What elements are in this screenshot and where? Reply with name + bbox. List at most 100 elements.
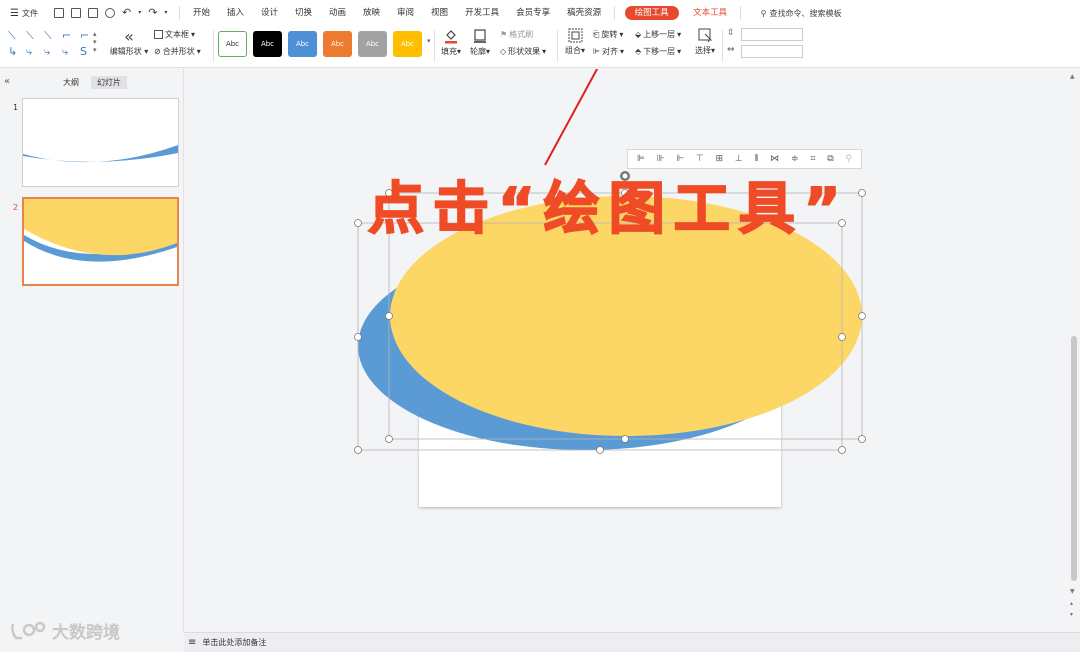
edit-shape-label: 编辑形状 xyxy=(109,47,142,56)
curved-arrow-connector-icon[interactable]: ⤷ xyxy=(44,46,50,57)
annotation-arrow xyxy=(544,69,599,166)
curved-connector-icon[interactable]: ⤷ xyxy=(26,46,32,57)
shape-effect-button[interactable]: ◇ 形状效果 ▾ xyxy=(500,46,546,57)
align-bottom-icon[interactable]: ⊥ xyxy=(735,154,743,164)
distribute-spacing-icon[interactable]: ⋈ xyxy=(770,154,779,164)
tab-outline[interactable]: 大纲 xyxy=(57,76,85,89)
merge-shape-button[interactable]: ⊘ 合并形状 ▾ xyxy=(154,46,201,57)
align-button[interactable]: ⊫ 对齐 ▾ xyxy=(593,46,624,57)
tab-slideshow[interactable]: 放映 xyxy=(355,0,389,26)
file-menu-label: 文件 xyxy=(21,8,38,18)
next-slide-icon[interactable]: ▾ xyxy=(1070,611,1073,618)
shape-style-preset-1[interactable]: Abc xyxy=(218,31,247,57)
scroll-down-icon[interactable]: ▼ xyxy=(1070,588,1075,595)
align-right-icon[interactable]: ⊩ xyxy=(676,154,684,164)
tab-insert[interactable]: 插入 xyxy=(218,0,252,26)
shape-width-input[interactable] xyxy=(741,45,803,58)
notes-bar[interactable]: ≡ 单击此处添加备注 xyxy=(184,632,1080,652)
save-icon[interactable] xyxy=(53,8,64,18)
scroll-up-icon[interactable]: ▲ xyxy=(1070,73,1075,80)
tab-view[interactable]: 视图 xyxy=(423,0,457,26)
align-top-icon[interactable]: ⊤ xyxy=(696,154,704,164)
instruction-annotation: 点击“绘图工具” xyxy=(367,176,850,243)
style-gallery-more-icon[interactable]: ▾ xyxy=(427,37,431,45)
rotate-button[interactable]: ⎗ 旋转 ▾ xyxy=(593,29,623,40)
send-backward-icon: ⬘ xyxy=(635,47,642,56)
watermark-logo: 大数跨境 xyxy=(10,618,120,643)
format-painter-button[interactable]: ⚑ 格式刷 xyxy=(500,29,533,40)
tab-member[interactable]: 会员专享 xyxy=(508,0,559,26)
undo-icon[interactable]: ↶ xyxy=(122,7,131,18)
select-label: 选择 xyxy=(694,46,711,55)
double-arrow-shape-icon[interactable]: ⟍ xyxy=(44,30,52,41)
shape-style-preset-4[interactable]: Abc xyxy=(323,31,352,57)
lock-icon[interactable]: ⚲ xyxy=(845,154,852,164)
quick-access-toolbar: ↶ ▾ ↷ ▾ xyxy=(46,0,175,26)
redo-icon[interactable]: ↷ xyxy=(148,7,157,18)
elbow-connector-icon[interactable]: ⌐ xyxy=(62,30,71,41)
elbow-arrow-connector-icon[interactable]: ⌐ xyxy=(80,30,89,41)
tab-drawing-tools[interactable]: 绘图工具 xyxy=(624,6,679,20)
file-menu[interactable]: ☰ 文件 xyxy=(0,0,46,26)
shape-style-preset-6[interactable]: Abc xyxy=(393,31,422,57)
elbow-double-arrow-icon[interactable]: ↳ xyxy=(8,46,17,57)
tab-developer[interactable]: 开发工具 xyxy=(457,0,508,26)
tab-resources[interactable]: 稿壳资源 xyxy=(559,0,610,26)
shape-height-input[interactable] xyxy=(741,28,803,41)
distribute-vertical-icon[interactable]: ≑ xyxy=(791,154,799,164)
collapse-panel-icon[interactable]: « xyxy=(4,76,10,87)
bring-forward-button[interactable]: ⬙ 上移一层 ▾ xyxy=(635,29,681,40)
vertical-scrollbar[interactable]: ▲ ▼ ▴ ▾ xyxy=(1068,69,1080,632)
scroll-thumb[interactable] xyxy=(1071,336,1077,581)
tab-review[interactable]: 审阅 xyxy=(389,0,423,26)
customize-dropdown-icon[interactable]: ▾ xyxy=(164,8,167,18)
group-objects-icon[interactable]: ⧉ xyxy=(827,154,833,164)
select-button[interactable]: 选择▾ xyxy=(692,28,718,56)
bring-forward-icon: ⬙ xyxy=(635,30,642,39)
shape-style-preset-5[interactable]: Abc xyxy=(358,31,387,57)
line-shape-icon[interactable]: ⟍ xyxy=(8,30,16,41)
tab-animation[interactable]: 动画 xyxy=(321,0,355,26)
crop-icon[interactable]: ⌗ xyxy=(810,154,815,164)
freeform-curve-icon[interactable]: S xyxy=(80,46,87,57)
edit-shape-icon: « xyxy=(124,27,134,46)
shape-style-preset-3[interactable]: Abc xyxy=(288,31,317,57)
print-icon[interactable] xyxy=(87,8,98,18)
fill-button[interactable]: 填充▾ xyxy=(440,28,462,57)
undo-dropdown-icon[interactable]: ▾ xyxy=(138,8,141,18)
menu-bar: ☰ 文件 ↶ ▾ ↷ ▾ 开始 插入 设计 切换 动画 放映 审阅 视图 开发工… xyxy=(0,0,1080,26)
slide-thumbnail-2[interactable] xyxy=(22,197,179,286)
drawing-tools-ribbon: ⟍ ⟍ ⟍ ⌐ ⌐ ↳ ⤷ ⤷ ⤷ S ▴ ▾ ▾ « 编辑形状 ▾ 文本框 ▾ ⊘ … xyxy=(0,26,1080,68)
align-icon: ⊫ xyxy=(593,47,600,56)
edit-shape-button[interactable]: « 编辑形状 ▾ xyxy=(108,28,150,58)
tab-design[interactable]: 设计 xyxy=(252,0,286,26)
preview-icon[interactable] xyxy=(104,8,115,18)
group-label: 组合 xyxy=(564,46,581,55)
gallery-more-icon[interactable]: ▴ ▾ ▾ xyxy=(93,30,97,54)
outline-button[interactable]: 轮廓▾ xyxy=(468,28,492,57)
slide-thumbnail-1[interactable] xyxy=(22,98,179,187)
slide-number: 1 xyxy=(13,103,19,112)
align-center-icon[interactable]: ⊪ xyxy=(657,154,665,164)
export-icon[interactable] xyxy=(70,8,81,18)
curved-double-arrow-icon[interactable]: ⤷ xyxy=(62,46,68,57)
tab-text-tools[interactable]: 文本工具 xyxy=(685,0,736,26)
align-left-icon[interactable]: ⊫ xyxy=(637,154,645,164)
tab-home[interactable]: 开始 xyxy=(184,0,218,26)
shape-style-preset-2[interactable]: Abc xyxy=(253,31,282,57)
search-label: 查找命令、搜索模板 xyxy=(769,8,842,18)
group-button[interactable]: 组合▾ xyxy=(563,28,587,56)
tab-transition[interactable]: 切换 xyxy=(286,0,320,26)
align-middle-icon[interactable]: ⊞ xyxy=(716,154,724,164)
prev-slide-icon[interactable]: ▴ xyxy=(1070,600,1073,607)
tab-slides[interactable]: 幻灯片 xyxy=(91,76,127,89)
command-search[interactable]: ⚲ 查找命令、搜索模板 xyxy=(761,8,842,19)
ribbon-separator xyxy=(434,30,435,62)
group-icon xyxy=(568,28,582,43)
text-box-button[interactable]: 文本框 ▾ xyxy=(154,29,195,40)
shape-gallery[interactable]: ⟍ ⟍ ⟍ ⌐ ⌐ ↳ ⤷ ⤷ ⤷ S xyxy=(6,28,102,62)
send-backward-button[interactable]: ⬘ 下移一层 ▾ xyxy=(635,46,681,57)
arrow-shape-icon[interactable]: ⟍ xyxy=(26,30,34,41)
slide-editing-canvas[interactable]: ⊫ ⊪ ⊩ ⊤ ⊞ ⊥ ⫴ ⋈ ≑ ⌗ ⧉ ⚲ 点击“绘图工具” xyxy=(185,69,1068,632)
distribute-horizontal-icon[interactable]: ⫴ xyxy=(755,154,759,164)
